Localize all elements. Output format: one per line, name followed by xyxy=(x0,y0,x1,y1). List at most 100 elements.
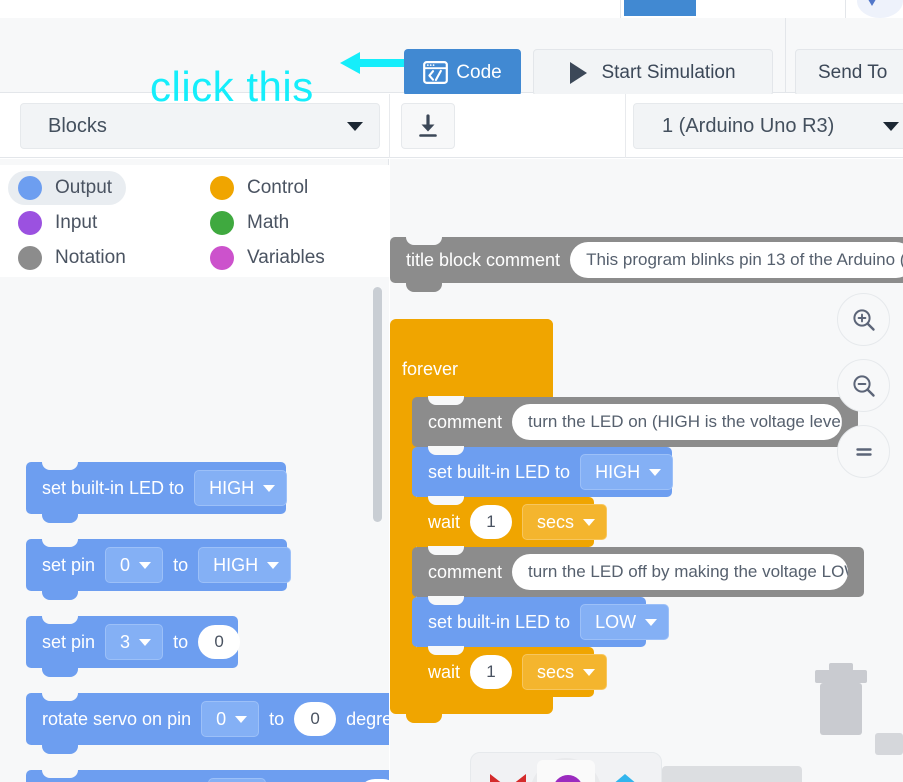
code-window-icon xyxy=(423,61,449,84)
block-notch-bottom xyxy=(42,745,78,754)
forever-block-label: forever xyxy=(402,359,459,379)
blue-tab-indicator[interactable] xyxy=(624,0,696,16)
block-field-dropdown[interactable]: HIGH xyxy=(194,470,288,506)
block-notch-top xyxy=(428,646,464,655)
chevron-down-icon xyxy=(235,715,248,723)
subbar-separator-right xyxy=(625,94,626,158)
browser-chrome-strip xyxy=(0,0,903,18)
chevron-down-icon xyxy=(583,668,596,676)
block-field-value: HIGH xyxy=(595,461,641,482)
chevron-down-icon xyxy=(263,484,276,492)
block-notch-top xyxy=(428,496,464,505)
block-field-pin[interactable]: 0 xyxy=(105,547,164,583)
block-label-degrees: degre xyxy=(346,708,389,729)
category-label: Output xyxy=(55,177,113,198)
category-input[interactable]: Input xyxy=(8,206,111,240)
block-field-number[interactable]: 0 xyxy=(198,625,241,659)
block-notch-bottom xyxy=(42,514,78,523)
palette-block-play-speaker[interactable]: play speaker on pin 0 with tone 60 xyxy=(26,769,389,782)
code-button[interactable]: Code xyxy=(404,49,521,96)
category-color-dot xyxy=(210,211,234,235)
palette-block-set-pin-digital[interactable]: set pin 0 to HIGH xyxy=(26,538,292,600)
bottom-red-icon[interactable] xyxy=(488,772,528,782)
wait-block-2[interactable]: wait 1 secs xyxy=(412,646,608,706)
palette-scrollbar[interactable] xyxy=(373,287,382,522)
send-to-button[interactable]: Send To xyxy=(795,49,903,96)
title-comment-text[interactable]: This program blinks pin 13 of the Arduin… xyxy=(570,242,903,278)
chevron-down-icon xyxy=(645,618,658,626)
block-notch-bottom xyxy=(406,283,442,292)
comment-text[interactable]: turn the LED on (HIGH is the voltage lev… xyxy=(512,404,842,440)
block-notch-bottom xyxy=(42,591,78,600)
category-color-dot xyxy=(18,176,42,200)
wait-duration-field[interactable]: 1 xyxy=(470,655,513,689)
category-variables[interactable]: Variables xyxy=(200,241,339,275)
bottom-blue-icon[interactable] xyxy=(604,772,646,782)
block-label: set pin xyxy=(42,631,96,652)
block-field-state[interactable]: HIGH xyxy=(580,454,674,490)
zoom-out-icon xyxy=(852,374,875,397)
palette-block-set-builtin-led[interactable]: set built-in LED to HIGH xyxy=(26,461,288,523)
chrome-divider-right xyxy=(845,0,846,18)
block-notch-bottom xyxy=(428,697,464,706)
comment-text[interactable]: turn the LED off by making the voltage L… xyxy=(512,554,848,590)
block-label-to: to xyxy=(173,554,189,575)
zoom-fit-button[interactable] xyxy=(837,425,890,478)
chevron-down-icon xyxy=(139,638,152,646)
block-field-pin[interactable]: 0 xyxy=(208,778,267,782)
primary-toolbar: Code Start Simulation Send To xyxy=(0,18,903,96)
start-simulation-button[interactable]: Start Simulation xyxy=(533,49,773,96)
block-field-number[interactable]: 0 xyxy=(294,702,337,736)
comment-block-led-off[interactable]: comment turn the LED off by making the v… xyxy=(412,546,864,606)
blocks-mode-dropdown[interactable]: Blocks xyxy=(20,103,380,149)
wait-unit-dropdown[interactable]: secs xyxy=(522,504,608,540)
play-icon xyxy=(570,61,588,84)
category-notation[interactable]: Notation xyxy=(8,241,140,275)
board-selector-value: 1 (Arduino Uno R3) xyxy=(662,114,835,137)
comment-label: comment xyxy=(428,561,503,582)
category-color-dot xyxy=(210,176,234,200)
blocks-mode-value: Blocks xyxy=(48,114,107,137)
category-color-dot xyxy=(18,211,42,235)
block-field-value: HIGH xyxy=(209,477,255,498)
category-math[interactable]: Math xyxy=(200,206,303,240)
wait-unit-dropdown[interactable]: secs xyxy=(522,654,608,690)
category-label: Notation xyxy=(55,247,126,268)
zoom-fit-icon xyxy=(855,447,872,456)
chevron-down-icon xyxy=(583,518,596,526)
wait-duration-field[interactable]: 1 xyxy=(470,505,513,539)
toolbar-separator xyxy=(785,18,786,93)
block-field-state[interactable]: HIGH xyxy=(198,547,292,583)
block-field-pin[interactable]: 0 xyxy=(201,701,260,737)
trash-icon[interactable] xyxy=(813,663,869,735)
block-field-state[interactable]: LOW xyxy=(580,604,670,640)
set-builtin-led-low-block[interactable]: set built-in LED to LOW xyxy=(412,596,670,656)
board-selector-dropdown[interactable]: 1 (Arduino Uno R3) xyxy=(633,103,903,149)
block-field-pin[interactable]: 3 xyxy=(105,624,164,660)
category-control[interactable]: Control xyxy=(200,171,322,205)
block-notch-top xyxy=(42,615,78,624)
comment-block-led-on[interactable]: comment turn the LED on (HIGH is the vol… xyxy=(412,396,858,456)
chevron-down-icon xyxy=(139,561,152,569)
block-notch-top xyxy=(428,396,464,405)
wait-block-1[interactable]: wait 1 secs xyxy=(412,496,608,556)
palette-block-rotate-servo[interactable]: rotate servo on pin 0 to 0 degre xyxy=(26,692,389,754)
bottom-purple-icon[interactable] xyxy=(548,772,588,782)
category-legend: Output Control Input Math Notation Varia… xyxy=(0,165,389,277)
block-label: rotate servo on pin xyxy=(42,708,192,729)
set-builtin-led-high-block[interactable]: set built-in LED to HIGH xyxy=(412,446,674,506)
block-label: set built-in LED to xyxy=(42,477,185,498)
palette-block-set-pin-analog[interactable]: set pin 3 to 0 xyxy=(26,615,241,677)
block-field-value: 3 xyxy=(120,631,131,652)
user-avatar-icon[interactable] xyxy=(857,0,903,18)
wait-label: wait xyxy=(428,511,461,532)
category-output[interactable]: Output xyxy=(8,171,127,205)
download-button[interactable] xyxy=(401,103,455,149)
title-block-comment[interactable]: title block comment This program blinks … xyxy=(390,236,903,292)
zoom-out-button[interactable] xyxy=(837,359,890,412)
wait-label: wait xyxy=(428,661,461,682)
category-color-dot xyxy=(210,246,234,270)
workspace-zoom-controls xyxy=(837,293,890,491)
wait-unit-value: secs xyxy=(537,511,575,532)
zoom-in-button[interactable] xyxy=(837,293,890,346)
